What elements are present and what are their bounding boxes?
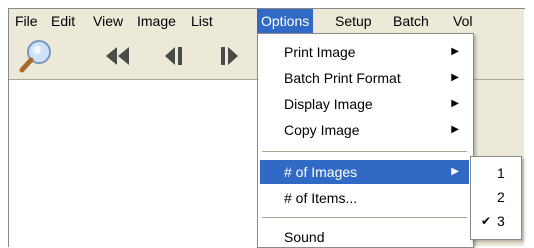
menu-item-number-of-images[interactable]: # of Images ▶ <box>260 160 469 184</box>
application-window: File Edit View Image List Options Setup … <box>0 0 534 248</box>
menu-view[interactable]: View <box>89 9 127 33</box>
first-icon[interactable] <box>101 37 135 75</box>
menu-item-label: Print Image <box>284 44 356 60</box>
menu-image[interactable]: Image <box>133 9 180 33</box>
submenu-item-label: 3 <box>497 213 505 229</box>
menu-item-print-image[interactable]: Print Image ▶ <box>260 40 469 64</box>
content-area <box>9 80 259 246</box>
next-icon[interactable] <box>215 37 245 75</box>
menu-separator <box>262 217 467 218</box>
menu-item-label: Sound <box>284 229 325 245</box>
menu-item-copy-image[interactable]: Copy Image ▶ <box>260 118 469 142</box>
menu-edit[interactable]: Edit <box>47 9 79 33</box>
menu-item-label: Copy Image <box>284 122 360 138</box>
menu-batch[interactable]: Batch <box>389 9 433 33</box>
search-icon[interactable] <box>17 37 57 75</box>
submenu-arrow-icon: ▶ <box>451 46 459 57</box>
menu-options[interactable]: Options <box>257 9 314 33</box>
menu-file[interactable]: File <box>11 9 42 33</box>
menu-item-label: Display Image <box>284 96 373 112</box>
menu-item-label: # of Items... <box>284 190 358 206</box>
menu-bar: File Edit View Image List Options Setup … <box>9 9 524 33</box>
previous-icon[interactable] <box>159 37 189 75</box>
menu-setup[interactable]: Setup <box>331 9 376 33</box>
menu-vol[interactable]: Vol <box>449 9 476 33</box>
submenu-arrow-icon: ▶ <box>451 72 459 83</box>
menu-separator <box>262 151 467 152</box>
options-menu: Print Image ▶ Batch Print Format ▶ Displ… <box>257 33 474 248</box>
submenu-arrow-icon: ▶ <box>451 124 459 135</box>
number-of-images-submenu: 1 2 ✔ 3 <box>470 156 522 240</box>
submenu-arrow-icon: ▶ <box>451 98 459 109</box>
submenu-item-label: 2 <box>497 189 505 205</box>
submenu-item-3[interactable]: ✔ 3 <box>471 210 521 232</box>
submenu-item-2[interactable]: 2 <box>471 186 521 208</box>
menu-list[interactable]: List <box>187 9 217 33</box>
submenu-item-label: 1 <box>497 165 505 181</box>
submenu-arrow-icon: ▶ <box>451 166 459 177</box>
menu-item-sound[interactable]: Sound <box>260 225 469 247</box>
submenu-item-1[interactable]: 1 <box>471 162 521 184</box>
menu-item-number-of-items[interactable]: # of Items... <box>260 186 469 210</box>
menu-item-label: # of Images <box>284 164 358 180</box>
menu-item-display-image[interactable]: Display Image ▶ <box>260 92 469 116</box>
checkmark-icon: ✔ <box>481 214 492 228</box>
menu-item-batch-print-format[interactable]: Batch Print Format ▶ <box>260 66 469 90</box>
menu-item-label: Batch Print Format <box>284 70 401 86</box>
